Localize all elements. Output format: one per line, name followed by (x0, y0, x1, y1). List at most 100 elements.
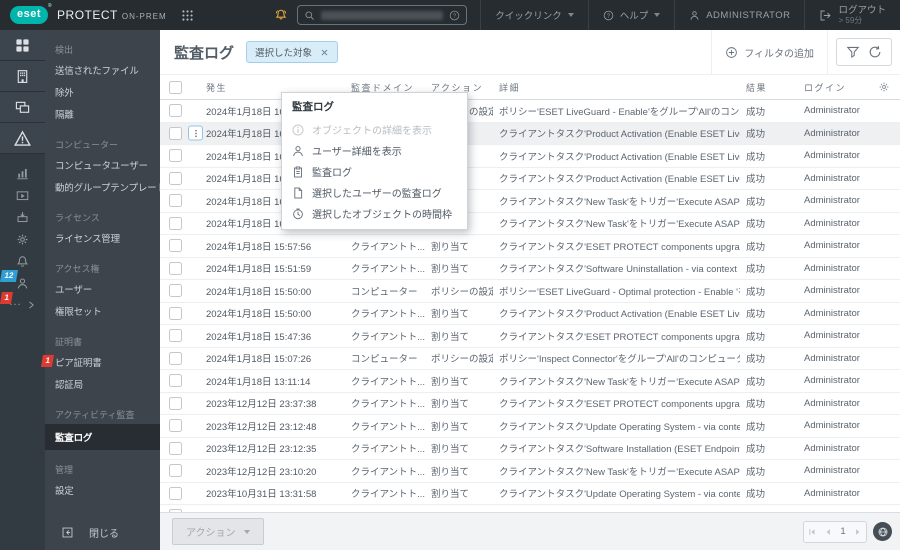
add-filter-button[interactable]: フィルタの追加 (711, 30, 828, 74)
row-checkbox[interactable] (169, 374, 182, 388)
table-row[interactable]: 2024年1月18日 15:57:56 クライアントト... 割り当て クライアントタ… (160, 235, 900, 258)
apps-grid-icon[interactable] (181, 9, 194, 22)
quick-links-menu[interactable]: クイックリンク (480, 0, 588, 30)
cell-detail: ポリシー'ESET LiveGuard - Optimal protection… (499, 286, 740, 298)
sidebar-item[interactable]: ユーザー (45, 278, 160, 300)
rail-policies[interactable] (0, 228, 45, 250)
column-result[interactable]: 結果 (740, 81, 798, 94)
column-detail[interactable]: 詳細 (493, 81, 740, 94)
refresh-icon[interactable] (868, 45, 882, 59)
rail-status-overview[interactable]: 12 (0, 270, 45, 294)
collapse-panel-button[interactable]: 閉じる (61, 525, 119, 540)
table-row[interactable]: 2024年1月18日 15:50:00 コンピューター ポリシーの設定 ポリシー'ES… (160, 280, 900, 303)
table-row[interactable]: 2023年12月12日 23:37:38 クライアントト... 割り当て クライアント… (160, 392, 900, 415)
row-checkbox[interactable] (169, 216, 182, 230)
filter-icon[interactable] (846, 45, 860, 59)
table-row[interactable]: 2023年12月12日 23:12:48 クライアントト... 割り当て クライアント… (160, 415, 900, 438)
cell-detail: クライアントタスク'New Task'をトリガー'Execute ASAP'のコ… (499, 196, 740, 208)
search-help-icon[interactable]: ? (449, 10, 460, 21)
row-menu-button[interactable] (188, 125, 203, 141)
table-row[interactable]: 2024年1月18日 15:50:00 クライアントト... 割り当て クライアントタ… (160, 302, 900, 325)
table-row[interactable]: 2024年1月18日 15:07:26 コンピューター ポリシーの設定 ポリシー'In… (160, 347, 900, 370)
row-checkbox[interactable] (169, 104, 182, 118)
rail-reports[interactable] (0, 162, 45, 184)
table-row[interactable]: 2023年12月12日 23:12:35 クライアントト... 割り当て クライアント… (160, 437, 900, 460)
row-checkbox[interactable] (169, 284, 182, 298)
context-menu-item[interactable]: 選択したオブジェクトの時間枠 (282, 203, 467, 224)
row-checkbox[interactable] (169, 396, 182, 410)
sidebar-item-active[interactable]: 監査ログ (45, 424, 160, 450)
table-row[interactable]: 2024年1月18日 13:11:14 クライアントト... 割り当て クライアントタ… (160, 370, 900, 393)
rail-tasks[interactable] (0, 184, 45, 206)
context-menu-item[interactable]: 選択したユーザーの監査ログ (282, 182, 467, 203)
context-menu-item[interactable]: ユーザー詳細を表示 (282, 140, 467, 161)
first-page-button[interactable] (807, 527, 817, 537)
row-checkbox[interactable] (169, 419, 182, 433)
cell-detail: クライアントタスク'Update Operating System - via … (499, 421, 740, 433)
sidebar-item[interactable]: 認証局 (45, 373, 160, 395)
table-row[interactable]: 2024年1月18日 16:23:48クライアントト...割り当てクライアントタ… (160, 167, 900, 190)
rail-notifications[interactable] (0, 250, 45, 272)
sidebar-item[interactable]: コンピュータユーザー (45, 154, 160, 176)
context-menu-item[interactable]: 監査ログ (282, 161, 467, 182)
table-row[interactable] (160, 505, 900, 512)
actions-button[interactable]: アクション (172, 518, 264, 545)
rail-more[interactable]: ... 1 (0, 292, 45, 316)
row-checkbox[interactable] (169, 441, 182, 455)
sidebar-item[interactable]: 1 ピア証明書 (40, 351, 160, 373)
column-login[interactable]: ログイン (798, 81, 878, 94)
table-row[interactable]: 2024年1月18日 16:17:09クライアントト...割り当てクライアントタ… (160, 190, 900, 213)
row-checkbox[interactable] (169, 149, 182, 163)
user-menu[interactable]: ADMINISTRATOR (674, 0, 804, 30)
previous-page-button[interactable] (823, 527, 833, 537)
table-row[interactable]: 2024年1月18日 15:47:36 クライアントト... 割り当て クライアントタ… (160, 325, 900, 348)
rail-organization[interactable] (0, 61, 45, 92)
table-row[interactable]: 2024年1月18日 16:24:12クライアントト...割り当てクライアントタ… (160, 145, 900, 168)
table-row[interactable]: 2023年10月31日 13:31:58 クライアントト... 割り当て クライアント… (160, 482, 900, 505)
row-checkbox[interactable] (169, 194, 182, 208)
current-page-number[interactable]: 1 (836, 522, 850, 542)
row-checkbox[interactable] (169, 126, 182, 140)
rail-detections[interactable] (0, 123, 45, 154)
sidebar-item[interactable]: 動的グループテンプレート (45, 176, 166, 198)
table-row[interactable]: 2024年1月18日 15:51:59 クライアントト... 割り当て クライアントタ… (160, 257, 900, 280)
help-menu[interactable]: ? ヘルプ (587, 0, 675, 30)
table-row[interactable]: 2024年1月18日 16:16:33クライアントト...割り当てクライアントタ… (160, 212, 900, 235)
selected-target-chip[interactable]: 選択した対象 (246, 41, 339, 63)
search-input[interactable]: ? (297, 5, 468, 25)
row-checkbox[interactable] (169, 306, 182, 320)
cell-action: 割り当て (431, 376, 470, 388)
row-checkbox[interactable] (169, 171, 182, 185)
alert-bell-icon[interactable] (274, 8, 288, 22)
row-checkbox[interactable] (169, 261, 182, 275)
rail-computers[interactable] (0, 92, 45, 123)
row-checkbox[interactable] (169, 351, 182, 365)
sidebar-item[interactable]: 除外 (45, 81, 160, 103)
rail-dashboard[interactable] (0, 30, 45, 61)
row-checkbox[interactable] (169, 464, 182, 478)
sidebar-item[interactable]: 権限セット (45, 300, 160, 322)
assistant-button[interactable] (873, 522, 892, 541)
select-all-checkbox[interactable] (169, 80, 182, 94)
column-settings-gear-icon[interactable] (878, 81, 890, 93)
cell-audit-domain: クライアントト... (351, 444, 425, 456)
cell-login: Administrator (804, 172, 860, 184)
table-row[interactable]: 2024年1月18日 16:50:21クライアントト...割り当てクライアントタ… (160, 122, 900, 145)
row-checkbox[interactable] (169, 329, 182, 343)
sidebar-item[interactable]: ライセンス管理 (45, 227, 160, 249)
search-query-redacted (321, 10, 444, 20)
cell-login: Administrator (804, 307, 860, 319)
next-page-button[interactable] (853, 527, 863, 537)
cell-action: ポリシーの設定 (431, 354, 493, 366)
row-checkbox[interactable] (169, 486, 182, 500)
table-row[interactable]: 2023年12月12日 23:10:20 クライアントト... 割り当て クライアント… (160, 460, 900, 483)
row-checkbox[interactable] (169, 239, 182, 253)
rail-installers[interactable] (0, 206, 45, 228)
chip-close-icon[interactable] (320, 48, 329, 57)
sidebar-item[interactable]: 送信されたファイル (45, 59, 160, 81)
logout-button[interactable]: ログアウト > 59分 (804, 0, 900, 30)
sidebar-item[interactable]: 隔離 (45, 103, 160, 125)
table-row[interactable]: 2024年1月18日 16:53:55コンピューターポリシーの設定ポリシー'ES… (160, 100, 900, 123)
sidebar-item[interactable]: 設定 (45, 479, 160, 501)
cell-login: Administrator (804, 397, 860, 409)
